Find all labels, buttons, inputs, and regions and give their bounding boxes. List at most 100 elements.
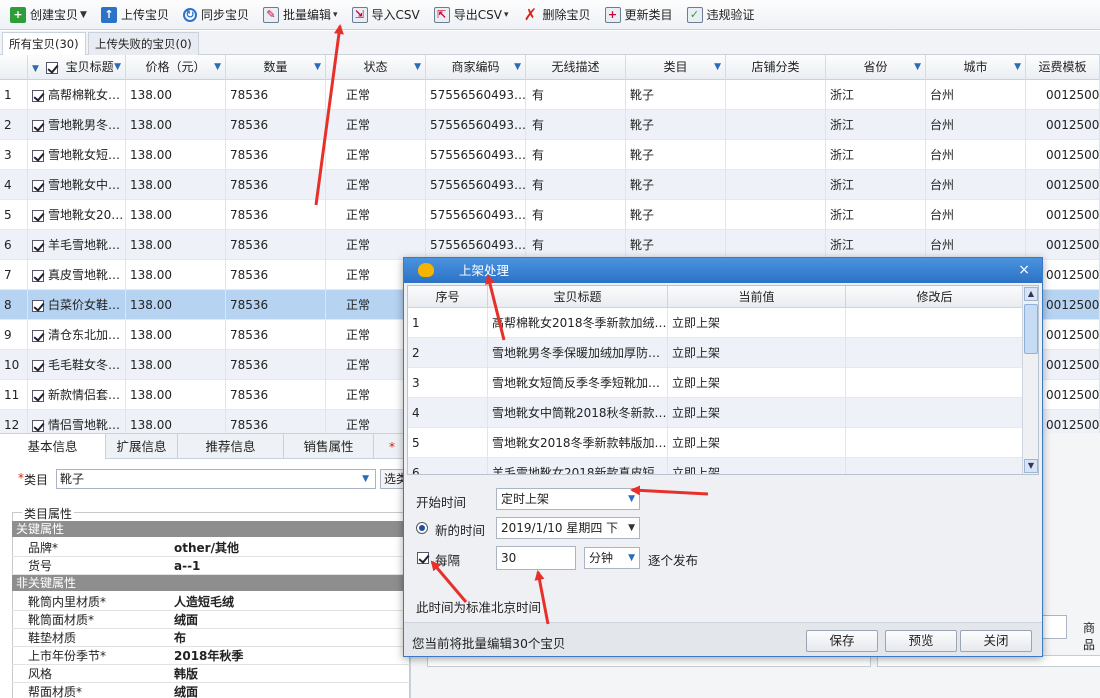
attribute-value[interactable]: 绒面 [174,611,198,629]
quantity-cell[interactable]: 78536 [226,290,326,320]
price-cell[interactable]: 138.00 [126,350,226,380]
header-city[interactable]: 城市 ▼ [926,55,1026,80]
merchant-code-cell[interactable]: 57556560493… [426,140,526,170]
mobile-desc-cell[interactable]: 有 [526,200,626,230]
header-price[interactable]: 价格（元） ▼ [126,55,226,80]
new-time-picker[interactable]: 2019/1/10 星期四 下午 ▼ [496,517,640,539]
city-cell[interactable]: 台州 [926,80,1026,110]
price-cell[interactable]: 138.00 [126,110,226,140]
filter-icon[interactable]: ▼ [214,55,221,80]
quantity-cell[interactable]: 78536 [226,410,326,433]
shop-category-cell[interactable] [726,80,826,110]
filter-icon[interactable]: ▼ [114,55,121,80]
scroll-down-icon[interactable]: ▼ [1024,459,1038,473]
province-cell[interactable]: 浙江 [826,140,926,170]
select-all-checkbox[interactable] [45,61,58,74]
title-cell[interactable]: 情侣雪地靴… [28,410,126,433]
dialog-row[interactable]: 4 雪地靴女中筒靴2018秋冬新款… 立即上架 [408,398,1024,428]
merchant-code-cell[interactable]: 57556560493… [426,230,526,260]
batch-edit-button[interactable]: ✎ 批量编辑 ▾ [259,3,348,27]
dialog-row[interactable]: 3 雪地靴女短筒反季冬季短靴加… 立即上架 [408,368,1024,398]
dropdown-arrow-icon[interactable]: ▾ [333,10,338,20]
sort-arrow-icon[interactable]: ▼ [32,64,39,74]
title-cell[interactable]: 雪地靴女20… [28,200,126,230]
header-status[interactable]: 状态 ▼ [326,55,426,80]
table-row[interactable]: 1 高帮棉靴女… 138.00 78536 正常 57556560493… 有 靴子 浙江 台州 0… [0,80,1100,110]
province-cell[interactable]: 浙江 [826,230,926,260]
province-cell[interactable]: 浙江 [826,200,926,230]
title-cell[interactable]: 高帮棉靴女… [28,80,126,110]
table-row[interactable]: 6 羊毛雪地靴… 138.00 78536 正常 57556560493… 有 靴子 浙江 台州 0… [0,230,1100,260]
tab-extended-info[interactable]: 扩展信息 [106,434,178,459]
category-cell[interactable]: 靴子 [626,140,726,170]
table-row[interactable]: 4 雪地靴女中… 138.00 78536 正常 57556560493… 有 靴子 浙江 台州 0… [0,170,1100,200]
quantity-cell[interactable]: 78536 [226,110,326,140]
attribute-row[interactable]: 品牌* other/其他 [12,539,410,557]
header-shop-category[interactable]: 店铺分类 [726,55,826,80]
shipping-template-cell[interactable]: 0012500… [1026,170,1100,200]
attribute-row[interactable]: 帮面材质* 绒面 [12,683,410,698]
title-cell[interactable]: 雪地靴男冬… [28,110,126,140]
attribute-row[interactable]: 上市年份季节* 2018年秋季 [12,647,410,665]
mobile-desc-cell[interactable]: 有 [526,230,626,260]
quantity-cell[interactable]: 78536 [226,230,326,260]
every-checkbox[interactable] [417,552,429,564]
tab-sales-attributes[interactable]: 销售属性 [284,434,374,459]
shipping-template-cell[interactable]: 0012500… [1026,110,1100,140]
delete-item-button[interactable]: ✗ 删除宝贝 [518,3,600,27]
price-cell[interactable]: 138.00 [126,380,226,410]
table-row[interactable]: 2 雪地靴男冬… 138.00 78536 正常 57556560493… 有 靴子 浙江 台州 0… [0,110,1100,140]
row-checkbox[interactable] [32,359,44,372]
province-cell[interactable]: 浙江 [826,110,926,140]
category-cell[interactable]: 靴子 [626,200,726,230]
attribute-value[interactable]: 布 [174,629,186,647]
close-button[interactable]: 关闭 [960,630,1032,652]
save-button[interactable]: 保存 [806,630,878,652]
header-province[interactable]: 省份 ▼ [826,55,926,80]
attribute-row[interactable]: 风格 韩版 [12,665,410,683]
shop-category-cell[interactable] [726,110,826,140]
price-cell[interactable]: 138.00 [126,200,226,230]
shop-category-cell[interactable] [726,140,826,170]
city-cell[interactable]: 台州 [926,140,1026,170]
table-row[interactable]: 5 雪地靴女20… 138.00 78536 正常 57556560493… 有 靴子 浙江 台州… [0,200,1100,230]
city-cell[interactable]: 台州 [926,200,1026,230]
tab-all-items[interactable]: 所有宝贝(30) [2,32,86,55]
create-item-button[interactable]: + 创建宝贝 ▼ [6,3,97,27]
title-cell[interactable]: 清仓东北加… [28,320,126,350]
shop-category-cell[interactable] [726,200,826,230]
price-cell[interactable]: 138.00 [126,410,226,433]
title-cell[interactable]: 白菜价女鞋… [28,290,126,320]
row-checkbox[interactable] [32,89,44,102]
quantity-cell[interactable]: 78536 [226,170,326,200]
header-title[interactable]: ▼ 宝贝标题 ▼ [28,55,126,80]
status-cell[interactable]: 正常 [326,170,426,200]
dialog-scrollbar[interactable]: ▲ ▼ [1022,286,1038,474]
mobile-desc-cell[interactable]: 有 [526,110,626,140]
category-cell[interactable]: 靴子 [626,230,726,260]
header-quantity[interactable]: 数量 ▼ [226,55,326,80]
shipping-template-cell[interactable]: 0012500… [1026,200,1100,230]
quantity-cell[interactable]: 78536 [226,140,326,170]
filter-icon[interactable]: ▼ [514,55,521,80]
new-time-radio[interactable] [416,522,428,534]
row-checkbox[interactable] [32,119,44,132]
violation-check-button[interactable]: ✓ 违规验证 [683,3,765,27]
attribute-value[interactable]: 韩版 [174,665,198,683]
category-select[interactable]: 靴子 ▼ [56,469,376,489]
dialog-row[interactable]: 5 雪地靴女2018冬季新款韩版加… 立即上架 [408,428,1024,458]
quantity-cell[interactable]: 78536 [226,320,326,350]
status-cell[interactable]: 正常 [326,110,426,140]
price-cell[interactable]: 138.00 [126,320,226,350]
city-cell[interactable]: 台州 [926,170,1026,200]
scroll-up-icon[interactable]: ▲ [1024,287,1038,301]
price-cell[interactable]: 138.00 [126,260,226,290]
row-checkbox[interactable] [32,419,44,432]
update-category-button[interactable]: + 更新类目 [601,3,683,27]
import-csv-button[interactable]: ⇲ 导入CSV [348,3,430,27]
price-cell[interactable]: 138.00 [126,290,226,320]
price-cell[interactable]: 138.00 [126,80,226,110]
province-cell[interactable]: 浙江 [826,170,926,200]
mobile-desc-cell[interactable]: 有 [526,170,626,200]
dialog-row[interactable]: 2 雪地靴男冬季保暖加绒加厚防… 立即上架 [408,338,1024,368]
